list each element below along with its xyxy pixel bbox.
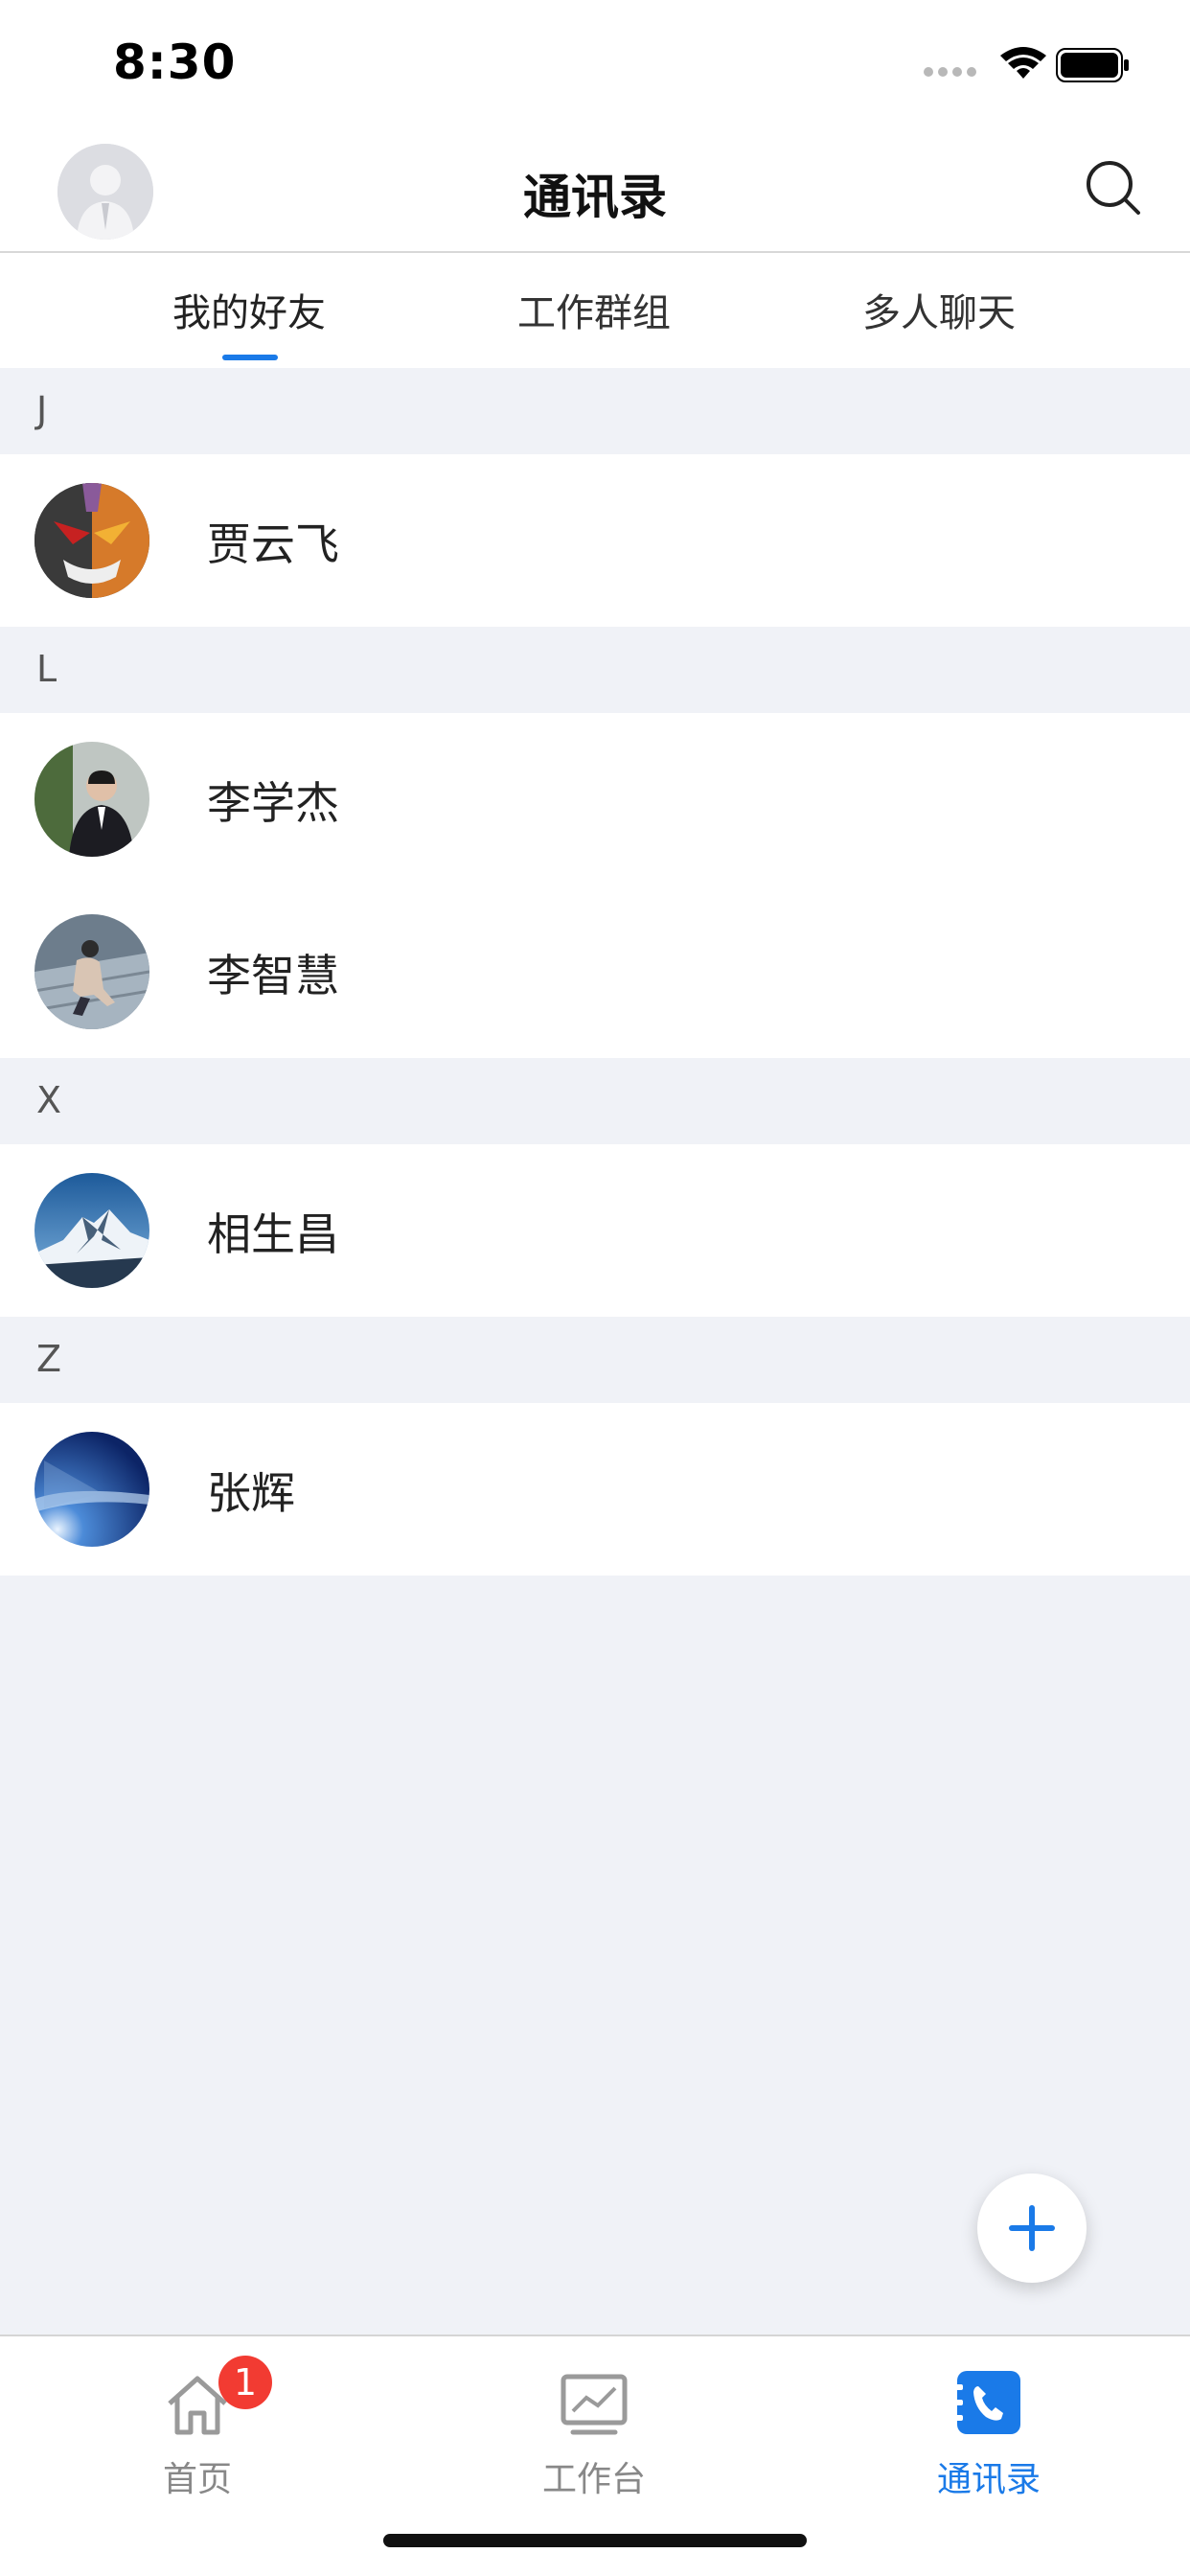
chart-board-icon	[561, 2374, 628, 2435]
battery-icon	[1056, 48, 1129, 82]
section-header-x: X	[0, 1058, 1190, 1144]
add-contact-button[interactable]	[977, 2174, 1087, 2283]
section-letter: X	[36, 1079, 62, 1121]
tabbar-label: 通讯录	[936, 2460, 1041, 2499]
contact-row[interactable]: 李智慧	[0, 886, 1190, 1058]
contact-tabs: 我的好友 工作群组 多人聊天	[0, 253, 1190, 368]
page-title: 通讯录	[523, 170, 667, 225]
contact-name: 李学杰	[207, 777, 339, 829]
section-letter: Z	[36, 1338, 62, 1380]
section-header-j: J	[0, 368, 1190, 454]
tabbar-item-contacts[interactable]: 通讯录	[874, 2354, 1104, 2499]
signal-icon	[924, 67, 977, 79]
contact-avatar	[34, 1432, 149, 1547]
contact-avatar	[34, 914, 149, 1029]
section-letter: J	[36, 389, 48, 431]
contact-row[interactable]: 张辉	[0, 1403, 1190, 1576]
home-indicator	[383, 2534, 807, 2547]
contact-row[interactable]: 贾云飞	[0, 454, 1190, 627]
plus-icon	[1009, 2205, 1055, 2251]
status-time: 8:30	[113, 34, 237, 90]
anime-mask-avatar-icon	[34, 483, 149, 598]
tab-my-friends[interactable]: 我的好友	[105, 282, 393, 337]
tabbar-item-home[interactable]: 1 首页	[82, 2354, 312, 2499]
search-icon[interactable]	[1083, 157, 1144, 218]
contact-name: 贾云飞	[207, 518, 339, 570]
notification-badge: 1	[218, 2356, 272, 2409]
section-header-z: Z	[0, 1317, 1190, 1403]
person-sitting-avatar-icon	[34, 914, 149, 1029]
snowy-mountain-avatar-icon	[34, 1173, 149, 1288]
contact-avatar	[34, 1173, 149, 1288]
contact-name: 张辉	[207, 1467, 295, 1519]
wifi-icon	[1000, 47, 1046, 79]
contact-name: 李智慧	[207, 950, 339, 1001]
tab-work-groups[interactable]: 工作群组	[450, 282, 738, 337]
active-tab-indicator	[222, 355, 278, 360]
phone-book-icon	[955, 2371, 1020, 2434]
section-letter: L	[36, 648, 57, 690]
status-bar: 8:30	[0, 0, 1190, 126]
contact-avatar	[34, 742, 149, 857]
tabbar-label: 首页	[162, 2460, 232, 2499]
blue-sky-avatar-icon	[34, 1432, 149, 1547]
nav-bar: 通讯录	[0, 126, 1190, 253]
contact-row[interactable]: 李学杰	[0, 713, 1190, 886]
tabbar-label: 工作台	[541, 2460, 646, 2499]
tab-group-chats[interactable]: 多人聊天	[795, 282, 1083, 337]
contact-name: 相生昌	[207, 1208, 339, 1260]
man-in-suit-avatar-icon	[34, 742, 149, 857]
tabbar-item-workbench[interactable]: 工作台	[479, 2354, 709, 2499]
contact-row[interactable]: 相生昌	[0, 1144, 1190, 1317]
contact-avatar	[34, 483, 149, 598]
section-header-l: L	[0, 627, 1190, 713]
